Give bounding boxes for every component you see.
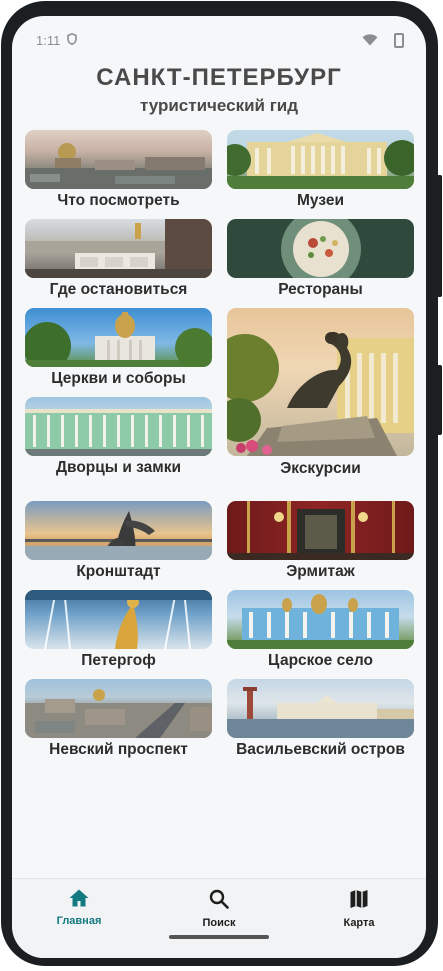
tile-label: Что посмотреть	[57, 192, 180, 209]
tile-image-museums	[227, 130, 414, 189]
tile-image-palaces	[25, 397, 212, 456]
strelka-columns-art	[227, 687, 414, 738]
home-icon	[69, 889, 89, 907]
tile-image-nevsky	[25, 679, 212, 738]
nav-search[interactable]: Поиск	[174, 889, 264, 929]
tile-label: Невский проспект	[49, 741, 188, 758]
shield-icon	[67, 33, 77, 45]
nav-map-label: Карта	[343, 917, 375, 929]
tile-label: Кронштадт	[76, 563, 161, 580]
tile-label: Экскурсии	[280, 460, 361, 477]
kronstadt-sunset-art	[25, 511, 212, 560]
tile-image-stay	[25, 219, 212, 278]
power-button	[437, 175, 442, 297]
hotel-terrace-art	[25, 219, 212, 278]
catherine-palace-art	[227, 594, 414, 649]
tile-image-hermitage	[227, 501, 414, 560]
cathedral-art	[25, 312, 212, 367]
gesture-home-bar[interactable]	[169, 935, 269, 939]
tile-label: Петергоф	[81, 652, 156, 669]
tile-image-sights	[25, 130, 212, 189]
hermitage-hall-art	[227, 501, 414, 560]
tile-label: Музеи	[297, 192, 344, 209]
tile-label: Рестораны	[278, 281, 363, 298]
map-icon	[350, 890, 368, 908]
tile-label: Эрмитаж	[286, 563, 355, 580]
volume-button	[437, 365, 442, 435]
app-screen: 1:11 САНКТ-ПЕТЕРБУРГ туристический гид Ч…	[12, 16, 426, 958]
bronze-horseman-art	[227, 331, 414, 456]
nevsky-aerial-art	[25, 689, 212, 738]
tile-image-peterhof	[25, 590, 212, 649]
tile-label: Васильевский остров	[236, 741, 405, 758]
tile-image-tsarskoe-selo	[227, 590, 414, 649]
nav-map[interactable]: Карта	[314, 889, 404, 929]
restaurant-dish-art	[281, 219, 361, 278]
tile-image-excursions	[227, 308, 414, 456]
tile-image-restaurants	[227, 219, 414, 278]
search-icon	[209, 889, 229, 909]
tile-label: Дворцы и замки	[55, 459, 182, 476]
nav-search-label: Поиск	[202, 917, 236, 929]
tile-image-churches	[25, 308, 212, 367]
tile-label: Царское село	[268, 652, 373, 669]
tile-image-vasilyevsky	[227, 679, 414, 738]
app-title: САНКТ-ПЕТЕРБУРГ	[96, 64, 342, 91]
bottom-navigation: Главная Поиск Карта	[12, 878, 426, 958]
phone-device: 1:11 САНКТ-ПЕТЕРБУРГ туристический гид Ч…	[0, 0, 443, 971]
status-time: 1:11	[36, 33, 61, 48]
status-bar: 1:11	[12, 16, 426, 60]
nav-home[interactable]: Главная	[34, 889, 124, 927]
wifi-icon	[362, 34, 378, 46]
app-subtitle: туристический гид	[139, 96, 299, 115]
tile-image-kronstadt	[25, 501, 212, 560]
museum-facade-art	[227, 133, 414, 189]
peterhof-fountain-art	[25, 590, 212, 649]
tile-label: Церкви и соборы	[51, 370, 186, 387]
city-panorama-art	[25, 143, 212, 189]
tile-label: Где остановиться	[49, 281, 188, 298]
battery-icon	[394, 33, 404, 48]
palace-art	[25, 409, 212, 456]
nav-home-label: Главная	[56, 915, 102, 927]
